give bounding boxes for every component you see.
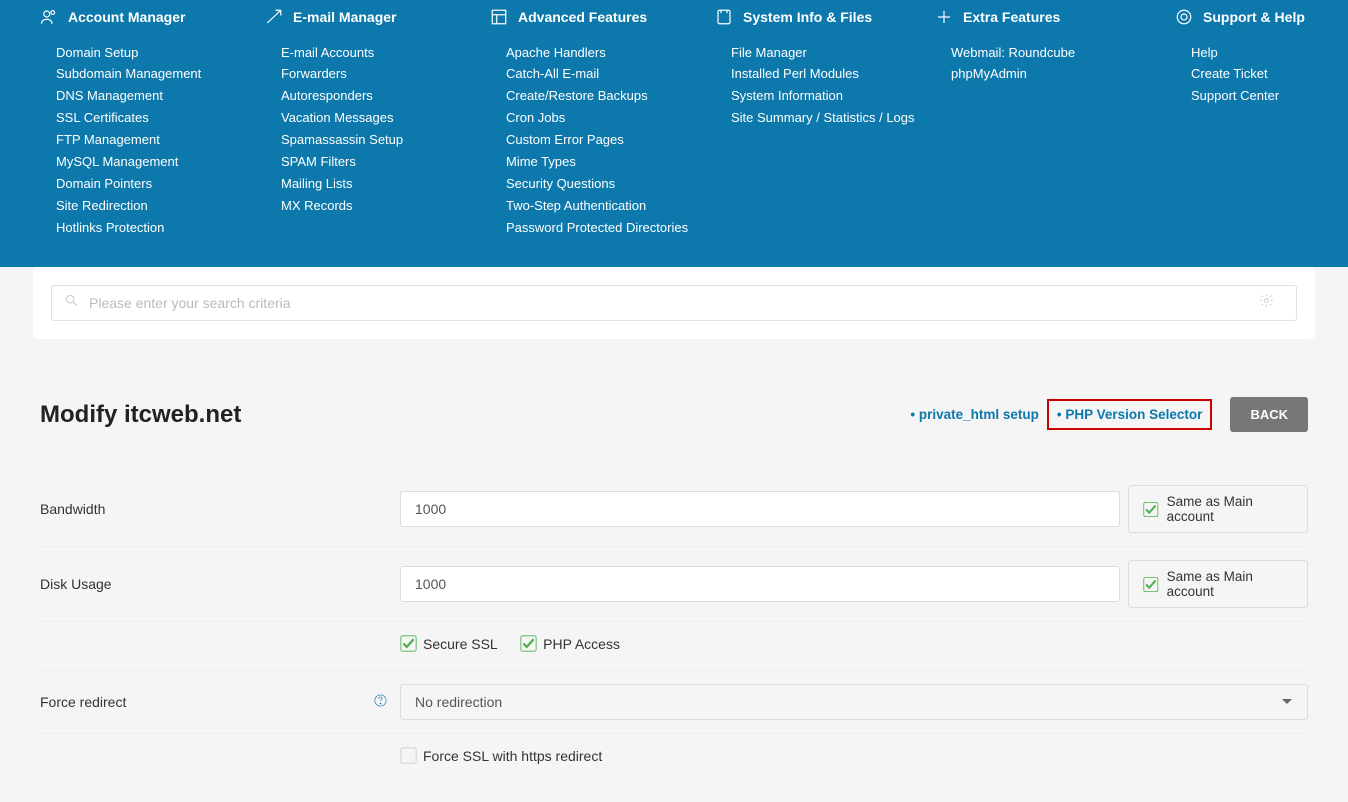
disk-input[interactable]: [400, 566, 1120, 602]
nav-header[interactable]: System Info & Files: [715, 0, 915, 42]
row-ssl-php: Secure SSL PHP Access: [40, 622, 1308, 671]
nav-link[interactable]: SPAM Filters: [281, 151, 470, 173]
nav-link[interactable]: Site Redirection: [56, 195, 245, 217]
secure-ssl-checkbox[interactable]: Secure SSL: [400, 635, 498, 652]
search-input[interactable]: [89, 295, 1259, 311]
row-disk: Disk Usage Same as Main account: [40, 547, 1308, 622]
force-redirect-select[interactable]: No redirection: [400, 684, 1308, 720]
nav-link[interactable]: Support Center: [1191, 86, 1325, 108]
bandwidth-label: Bandwidth: [40, 501, 400, 517]
bandwidth-same-checkbox[interactable]: Same as Main account: [1128, 485, 1308, 533]
nav-link[interactable]: Two-Step Authentication: [506, 195, 695, 217]
nav-link[interactable]: Forwarders: [281, 64, 470, 86]
php-access-checkbox[interactable]: PHP Access: [520, 635, 620, 652]
nav-link[interactable]: Domain Setup: [56, 42, 245, 64]
nav-link[interactable]: MX Records: [281, 195, 470, 217]
link-php-version-selector[interactable]: PHP Version Selector: [1047, 399, 1213, 430]
nav-link[interactable]: System Information: [731, 86, 915, 108]
row-force-ssl: Force SSL with https redirect: [40, 734, 1308, 782]
nav-link[interactable]: Catch-All E-mail: [506, 64, 695, 86]
nav-link[interactable]: MySQL Management: [56, 151, 245, 173]
nav-link[interactable]: Mime Types: [506, 151, 695, 173]
chevron-down-icon: [1281, 696, 1293, 708]
disk-label: Disk Usage: [40, 576, 400, 592]
nav-link[interactable]: Subdomain Management: [56, 64, 245, 86]
nav-link[interactable]: File Manager: [731, 42, 915, 64]
nav-header[interactable]: Account Manager: [40, 0, 245, 42]
nav-link[interactable]: Autoresponders: [281, 86, 470, 108]
row-bandwidth: Bandwidth Same as Main account: [40, 472, 1308, 547]
nav-link[interactable]: Hotlinks Protection: [56, 217, 245, 239]
force-redirect-label: Force redirect: [40, 694, 126, 710]
nav-link[interactable]: Webmail: Roundcube: [951, 42, 1155, 64]
page-title: Modify itcweb.net: [40, 401, 910, 429]
nav-link[interactable]: Custom Error Pages: [506, 130, 695, 152]
page-body: Modify itcweb.net private_html setup PHP…: [0, 339, 1348, 802]
disk-same-checkbox[interactable]: Same as Main account: [1128, 560, 1308, 608]
nav-link[interactable]: DNS Management: [56, 86, 245, 108]
nav-link[interactable]: Cron Jobs: [506, 108, 695, 130]
help-icon[interactable]: [373, 693, 388, 711]
back-button[interactable]: BACK: [1230, 397, 1308, 432]
nav-link[interactable]: phpMyAdmin: [951, 64, 1155, 86]
force-ssl-checkbox[interactable]: Force SSL with https redirect: [400, 747, 602, 764]
nav-link[interactable]: Spamassassin Setup: [281, 130, 470, 152]
nav-link[interactable]: FTP Management: [56, 130, 245, 152]
nav-link[interactable]: Installed Perl Modules: [731, 64, 915, 86]
link-private-html-setup[interactable]: private_html setup: [910, 407, 1039, 422]
nav-link[interactable]: Create/Restore Backups: [506, 86, 695, 108]
nav-link[interactable]: E-mail Accounts: [281, 42, 470, 64]
gear-icon[interactable]: [1259, 293, 1284, 313]
nav-link[interactable]: Password Protected Directories: [506, 217, 695, 239]
content-card: [33, 267, 1315, 339]
nav-link[interactable]: Apache Handlers: [506, 42, 695, 64]
nav-header[interactable]: Extra Features: [935, 0, 1155, 42]
search-icon: [64, 293, 89, 313]
nav-link[interactable]: Vacation Messages: [281, 108, 470, 130]
nav-link[interactable]: Security Questions: [506, 173, 695, 195]
nav-header[interactable]: Support & Help: [1175, 0, 1325, 42]
row-force-redirect: Force redirect No redirection: [40, 671, 1308, 734]
bandwidth-input[interactable]: [400, 491, 1120, 527]
top-nav: Account ManagerDomain SetupSubdomain Man…: [0, 0, 1348, 267]
nav-header[interactable]: Advanced Features: [490, 0, 695, 42]
nav-link[interactable]: Mailing Lists: [281, 173, 470, 195]
nav-header[interactable]: E-mail Manager: [265, 0, 470, 42]
nav-link[interactable]: Domain Pointers: [56, 173, 245, 195]
nav-link[interactable]: Help: [1191, 42, 1325, 64]
search-bar[interactable]: [51, 285, 1297, 321]
nav-link[interactable]: Site Summary / Statistics / Logs: [731, 108, 915, 130]
nav-link[interactable]: Create Ticket: [1191, 64, 1325, 86]
nav-link[interactable]: SSL Certificates: [56, 108, 245, 130]
